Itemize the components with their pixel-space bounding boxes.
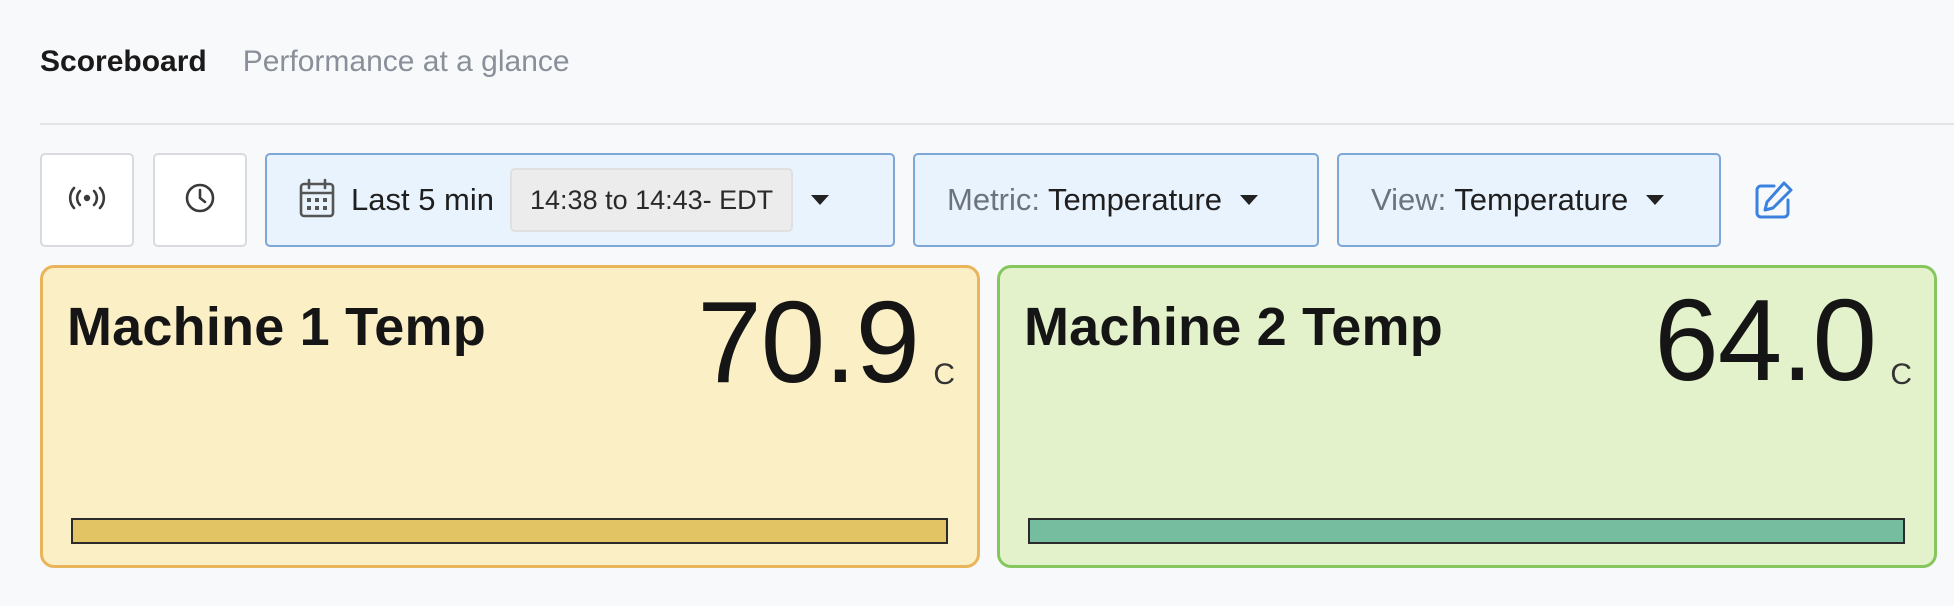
machine-2-card[interactable]: Machine 2 Temp 64.0 C (997, 265, 1937, 568)
card-unit: C (933, 358, 955, 391)
chevron-down-icon (1646, 195, 1665, 205)
progress-bar (71, 518, 948, 544)
card-unit: C (1890, 358, 1912, 391)
card-title: Machine 1 Temp (67, 297, 486, 357)
scoreboard-page: Scoreboard Performance at a glance Last … (0, 0, 1954, 606)
header-divider (40, 123, 1954, 125)
page-subtitle: Performance at a glance (242, 45, 570, 78)
progress-bar (1028, 518, 1905, 544)
calendar-icon (299, 178, 335, 223)
metric-selector[interactable]: Metric: Temperature (913, 153, 1319, 247)
history-button[interactable] (153, 153, 247, 247)
time-range-chip: 14:38 to 14:43- EDT (510, 168, 794, 232)
edit-button[interactable] (1752, 180, 1794, 222)
live-button[interactable] (40, 153, 134, 247)
card-value: 70.9 (697, 277, 920, 407)
card-value: 64.0 (1654, 275, 1877, 405)
view-value: Temperature (1454, 182, 1629, 217)
chevron-down-icon (1240, 195, 1259, 205)
page-header: Scoreboard Performance at a glance (40, 40, 570, 84)
metric-prefix: Metric: (947, 182, 1040, 217)
broadcast-icon (67, 186, 107, 215)
machine-1-card[interactable]: Machine 1 Temp 70.9 C (40, 265, 980, 568)
card-title: Machine 2 Temp (1024, 297, 1443, 357)
edit-icon (1752, 181, 1794, 226)
progress-bar-fill (1030, 520, 1903, 542)
view-selector[interactable]: View: Temperature (1337, 153, 1721, 247)
clock-icon (184, 182, 216, 219)
time-range-label: Last 5 min (351, 182, 495, 217)
chevron-down-icon (811, 195, 830, 205)
progress-bar-fill (73, 520, 946, 542)
page-title: Scoreboard (40, 45, 207, 78)
view-prefix: View: (1371, 182, 1447, 217)
time-range-selector[interactable]: Last 5 min 14:38 to 14:43- EDT (265, 153, 895, 247)
metric-value: Temperature (1048, 182, 1223, 217)
